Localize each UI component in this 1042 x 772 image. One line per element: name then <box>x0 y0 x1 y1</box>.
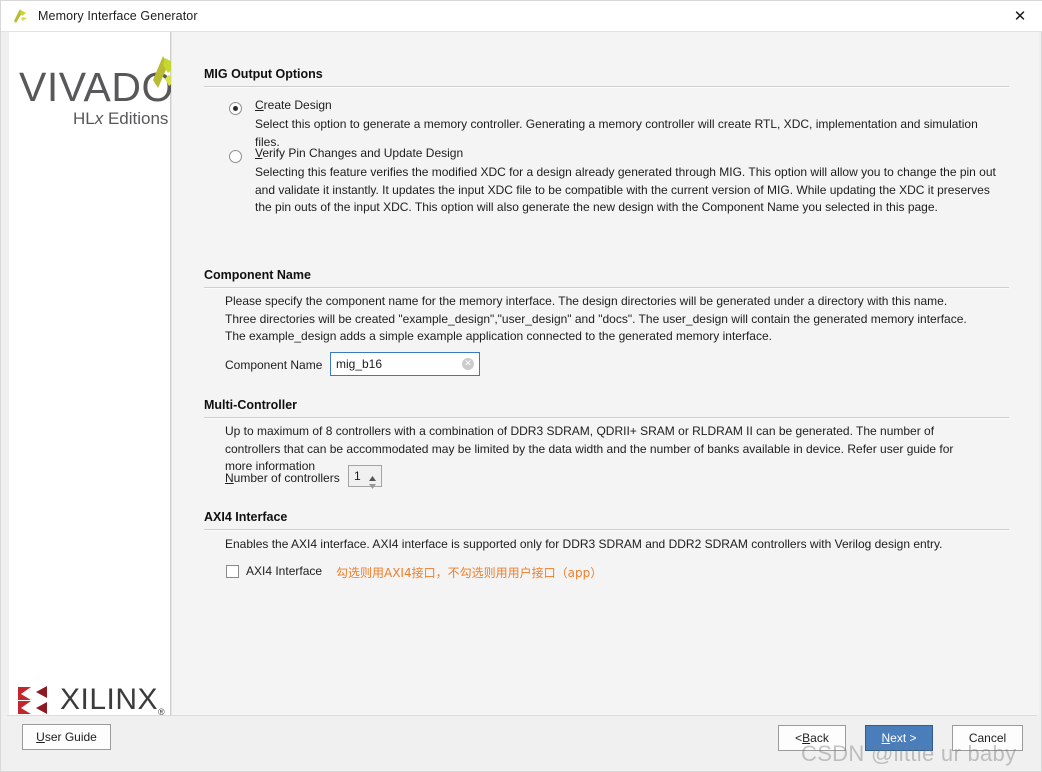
branding-sidebar: VIVADO. HLx Editions XILINX® <box>9 32 179 718</box>
clear-icon[interactable]: ✕ <box>462 358 474 370</box>
vivado-icon <box>11 7 29 25</box>
content-pane: MIG Output Options Create Design Select … <box>171 32 1039 715</box>
radio-create-design[interactable] <box>229 102 242 115</box>
radio-label-verify-pin-changes[interactable]: Verify Pin Changes and Update Design <box>255 146 463 160</box>
user-guide-button[interactable]: User Guide <box>22 724 111 750</box>
watermark: CSDN @little ur baby <box>801 741 1017 766</box>
window-title: Memory Interface Generator <box>38 9 198 23</box>
axi4-annotation: 勾选则用AXI4接口，不勾选则用用户接口（app） <box>336 566 603 580</box>
description-axi4-interface: Enables the AXI4 interface. AXI4 interfa… <box>225 537 943 551</box>
number-of-controllers-label: Number of controllers <box>225 471 340 485</box>
section-title-component-name: Component Name <box>204 268 311 282</box>
footer-divider <box>7 715 1037 716</box>
mig-dialog-window: Memory Interface Generator ✕ VIVADO. HLx… <box>0 0 1042 772</box>
description-multi-controller: Up to maximum of 8 controllers with a co… <box>225 424 954 473</box>
radio-verify-pin-changes[interactable] <box>229 150 242 163</box>
description-verify-pin-changes: Selecting this feature verifies the modi… <box>255 165 996 214</box>
vivado-subtitle: HLx Editions <box>73 109 169 128</box>
section-rule-mig-output-options <box>204 86 1009 88</box>
description-component-name: Please specify the component name for th… <box>225 294 967 343</box>
radio-label-create-design[interactable]: Create Design <box>255 98 332 112</box>
component-name-label: Component Name <box>225 358 323 372</box>
xilinx-logo: XILINX® <box>17 682 167 718</box>
number-of-controllers-stepper[interactable]: 1 <box>348 465 382 489</box>
axi4-interface-checkbox-label[interactable]: AXI4 Interface <box>246 564 322 578</box>
component-name-input[interactable]: mig_b16 ✕ <box>330 352 480 376</box>
xilinx-wordmark: XILINX® <box>60 683 166 717</box>
section-rule-axi4-interface <box>204 529 1009 531</box>
section-title-mig-output-options: MIG Output Options <box>204 67 323 81</box>
stepper-up-icon[interactable] <box>368 469 377 481</box>
axi4-interface-checkbox[interactable] <box>226 565 239 578</box>
section-rule-component-name <box>204 287 1009 289</box>
section-rule-multi-controller <box>204 417 1009 419</box>
stepper-down-icon[interactable] <box>368 477 377 489</box>
dialog-body: VIVADO. HLx Editions XILINX® <box>3 32 1041 741</box>
title-bar: Memory Interface Generator ✕ <box>1 1 1042 32</box>
close-icon[interactable]: ✕ <box>997 1 1042 31</box>
vivado-logo: VIVADO. HLx Editions <box>13 54 179 134</box>
section-title-axi4-interface: AXI4 Interface <box>204 510 288 524</box>
section-title-multi-controller: Multi-Controller <box>204 398 298 412</box>
number-of-controllers-value: 1 <box>354 469 361 483</box>
component-name-value: mig_b16 <box>336 357 383 371</box>
xilinx-mark-icon <box>18 686 47 714</box>
